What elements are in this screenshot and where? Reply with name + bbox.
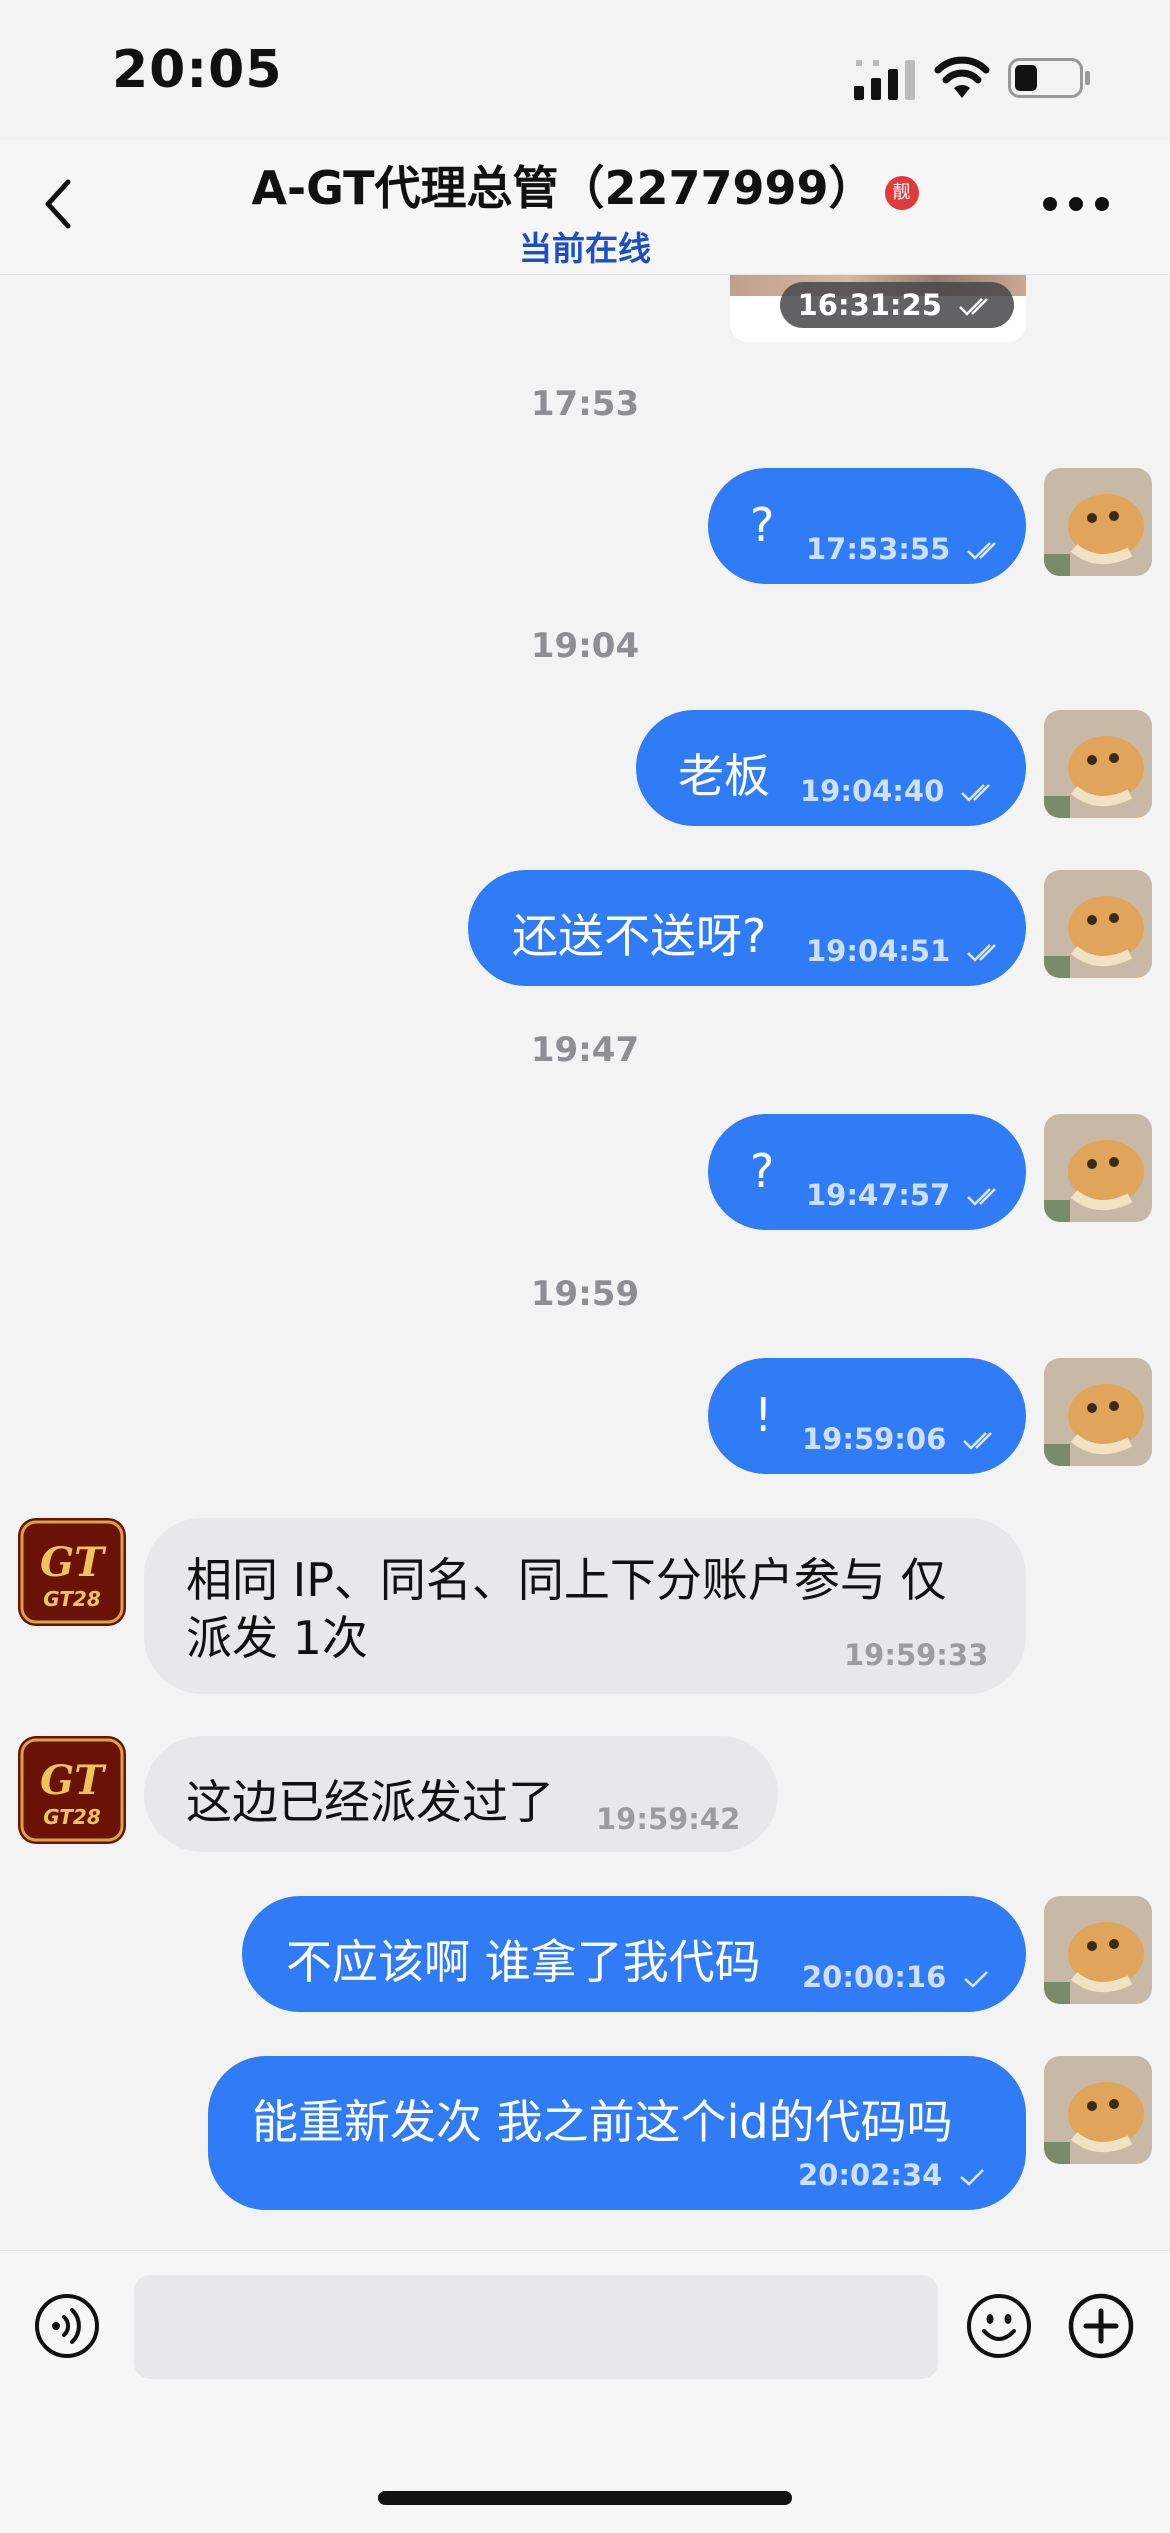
message-input[interactable] xyxy=(134,2275,938,2379)
wifi-icon xyxy=(934,56,990,98)
message-bubble-outgoing[interactable]: 不应该啊 谁拿了我代码 20:00:16 xyxy=(242,1896,1026,2012)
cat-avatar-image xyxy=(1044,468,1152,576)
time-divider: 19:59 xyxy=(530,1274,640,1314)
message-text: 能重新发次 我之前这个id的代码吗 xyxy=(252,2095,953,2149)
cat-avatar-image xyxy=(1044,870,1152,978)
cat-avatar-image xyxy=(1044,710,1152,818)
self-avatar[interactable] xyxy=(1044,2056,1152,2164)
single-check-icon xyxy=(960,2169,985,2186)
time-divider: 19:47 xyxy=(530,1030,640,1070)
message-text-line: 相同 IP、同名、同上下分账户参与 仅 xyxy=(186,1553,947,1607)
svg-text:GT: GT xyxy=(40,1539,107,1586)
message-list[interactable]: 16:31:25 17:53 ? 17:53:55 19:04 老板 19:04… xyxy=(0,274,1170,2250)
time-divider: 19:04 xyxy=(530,626,640,666)
message-timestamp: 20:02:34 xyxy=(798,2158,986,2192)
message-bubble-outgoing[interactable]: ? 19:47:57 xyxy=(708,1114,1026,1230)
message-timestamp: 19:04:40 xyxy=(800,774,998,808)
message-bubble-outgoing[interactable]: ! 19:59:06 xyxy=(708,1358,1026,1474)
message-timestamp: 19:59:33 xyxy=(844,1638,989,1672)
contact-avatar[interactable]: GT GT28 xyxy=(18,1518,126,1626)
time-divider: 17:53 xyxy=(530,384,640,424)
message-text: ? xyxy=(750,1144,775,1198)
message-timestamp: 20:00:16 xyxy=(802,1960,990,1994)
chat-header: A-GT代理总管（2277999） 靓 当前在线 xyxy=(0,140,1170,275)
double-check-icon xyxy=(967,1188,997,1206)
message-bubble-incoming[interactable]: 这边已经派发过了 19:59:42 xyxy=(144,1736,778,1852)
cat-avatar-image xyxy=(1044,1358,1152,1466)
message-text: ? xyxy=(750,498,775,552)
svg-text:GT28: GT28 xyxy=(43,1805,101,1829)
double-check-icon xyxy=(959,298,988,316)
image-message[interactable]: 16:31:25 xyxy=(730,274,1026,342)
self-avatar[interactable] xyxy=(1044,1358,1152,1466)
self-avatar[interactable] xyxy=(1044,468,1152,576)
message-bubble-outgoing[interactable]: 还送不送呀? 19:04:51 xyxy=(468,870,1026,986)
more-options-icon[interactable] xyxy=(1040,194,1112,214)
gt28-logo-icon: GT GT28 xyxy=(18,1736,126,1844)
message-bubble-outgoing[interactable]: 老板 19:04:40 xyxy=(636,710,1026,826)
double-check-icon xyxy=(961,784,991,802)
message-bubble-incoming[interactable]: 相同 IP、同名、同上下分账户参与 仅 派发 1次 19:59:33 xyxy=(144,1518,1026,1694)
cellular-signal-icon xyxy=(854,60,915,100)
message-timestamp: 19:47:57 xyxy=(806,1178,1004,1212)
gt28-logo-icon: GT GT28 xyxy=(18,1518,126,1626)
svg-text:GT: GT xyxy=(40,1757,107,1804)
emoji-icon[interactable] xyxy=(966,2293,1032,2359)
battery-icon xyxy=(1008,58,1090,98)
vip-number-badge: 靓 xyxy=(884,176,919,210)
double-check-icon xyxy=(967,944,997,962)
self-avatar[interactable] xyxy=(1044,1114,1152,1222)
message-text: 不应该啊 谁拿了我代码 xyxy=(286,1935,761,1989)
message-timestamp: 16:31:25 xyxy=(779,282,1014,328)
home-indicator[interactable] xyxy=(378,2491,792,2505)
message-bubble-outgoing[interactable]: ? 17:53:55 xyxy=(708,468,1026,584)
message-timestamp: 19:59:06 xyxy=(802,1422,1000,1456)
double-check-icon xyxy=(963,1432,993,1450)
message-text: ! xyxy=(754,1388,773,1442)
message-timestamp: 17:53:55 xyxy=(806,532,1004,566)
online-status: 当前在线 xyxy=(519,229,651,268)
add-attachment-icon[interactable] xyxy=(1068,2293,1134,2359)
message-text: 还送不送呀? xyxy=(512,909,767,963)
double-check-icon xyxy=(967,542,997,560)
self-avatar[interactable] xyxy=(1044,710,1152,818)
message-timestamp: 19:04:51 xyxy=(806,934,1004,968)
contact-avatar[interactable]: GT GT28 xyxy=(18,1736,126,1844)
cat-avatar-image xyxy=(1044,1896,1152,2004)
self-avatar[interactable] xyxy=(1044,870,1152,978)
status-bar: 20:05 xyxy=(0,0,1170,140)
composer-bar xyxy=(0,2250,1170,2533)
svg-text:GT28: GT28 xyxy=(43,1587,101,1611)
message-bubble-outgoing[interactable]: 能重新发次 我之前这个id的代码吗 20:02:34 xyxy=(208,2056,1026,2210)
single-check-icon xyxy=(964,1971,989,1988)
cat-avatar-image xyxy=(1044,1114,1152,1222)
cat-avatar-image xyxy=(1044,2056,1152,2164)
message-text: 老板 xyxy=(678,749,770,803)
message-text: 这边已经派发过了 xyxy=(186,1775,554,1829)
voice-input-icon[interactable] xyxy=(34,2293,100,2359)
message-text-line: 派发 1次 xyxy=(186,1611,368,1665)
self-avatar[interactable] xyxy=(1044,1896,1152,2004)
status-time: 20:05 xyxy=(112,40,283,100)
message-timestamp: 19:59:42 xyxy=(596,1802,741,1836)
chat-title[interactable]: A-GT代理总管（2277999） xyxy=(251,161,874,215)
